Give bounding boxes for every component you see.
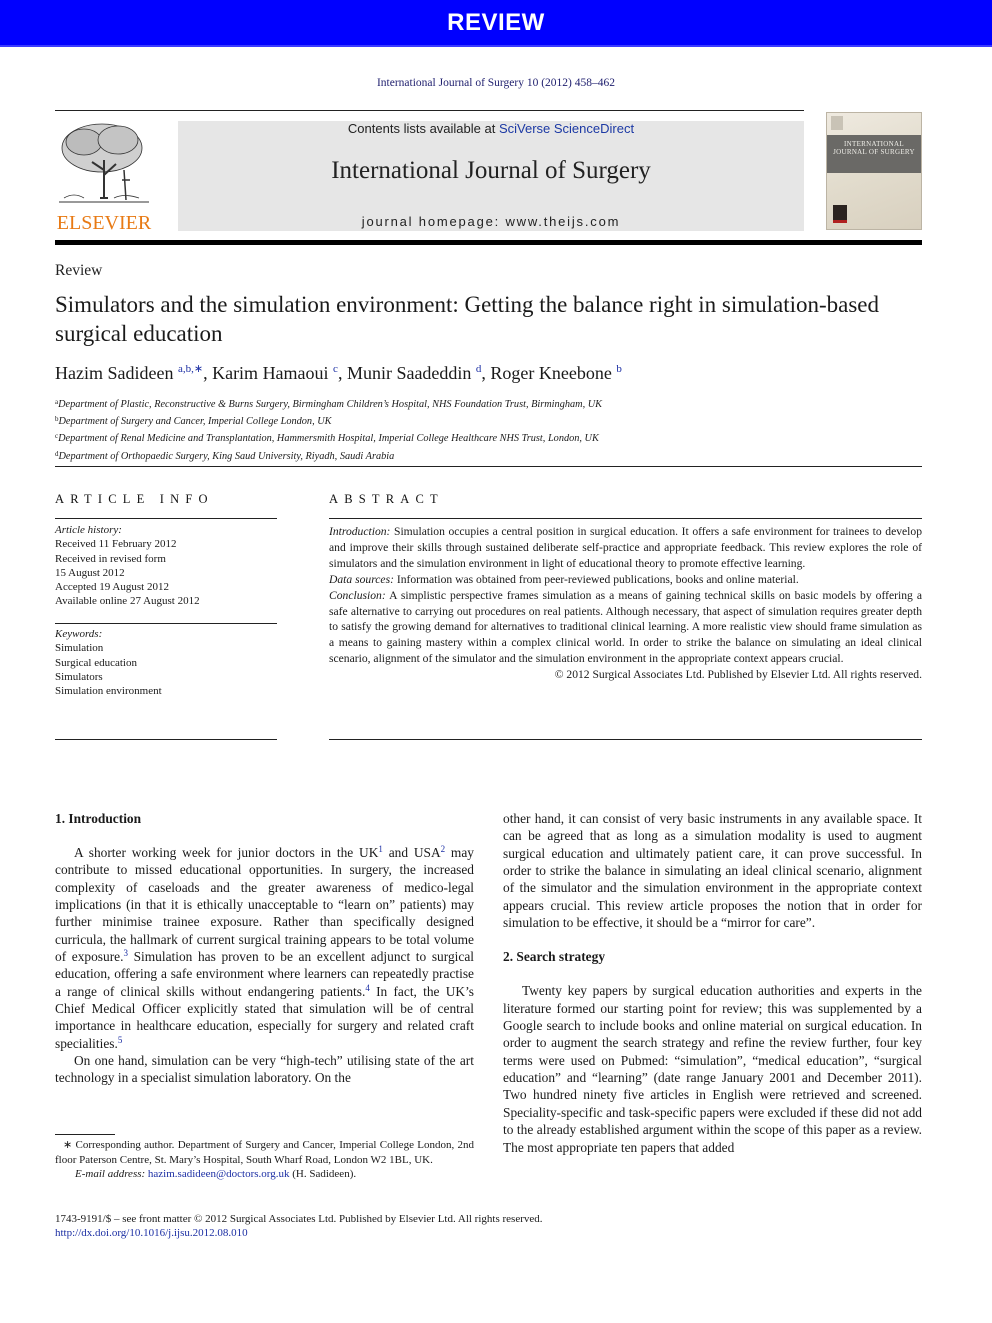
author-separator: , [203, 363, 213, 383]
author-separator: , [337, 363, 347, 383]
issn-line: 1743-9191/$ – see front matter © 2012 Su… [55, 1213, 543, 1225]
article-info-rule [55, 518, 277, 519]
body-column-right: other hand, it can consist of very basic… [503, 810, 922, 1156]
cover-crest-icon [833, 205, 847, 223]
elsevier-logo: ELSEVIER [52, 120, 156, 234]
abstract-copyright: © 2012 Surgical Associates Ltd. Publishe… [554, 668, 922, 682]
body-paragraph: Twenty key papers by surgical education … [503, 983, 922, 1155]
history-item: Accepted 19 August 2012 [55, 581, 169, 594]
abstract-bottom-rule [329, 739, 922, 740]
abstract-heading: ABSTRACT [329, 492, 444, 506]
masthead-divider [55, 240, 922, 245]
article-title: Simulators and the simulation environmen… [55, 292, 880, 346]
cover-title-band: INTERNATIONAL JOURNAL OF SURGERY [827, 135, 921, 173]
journal-title: International Journal of Surgery [331, 157, 651, 184]
abstract-label: Introduction: [329, 525, 391, 538]
affiliation-item: aDepartment of Plastic, Reconstructive &… [55, 395, 602, 412]
header-rule [55, 110, 804, 111]
abstract-rule [329, 518, 922, 519]
review-banner: REVIEW [0, 0, 992, 47]
keywords-rule [55, 623, 277, 624]
abstract-data-sources: Data sources: Information was obtained f… [329, 572, 922, 588]
affiliation-item: bDepartment of Surgery and Cancer, Imper… [55, 412, 602, 429]
article-info-bottom-rule [55, 739, 277, 740]
abstract-body: Introduction: Simulation occupies a cent… [329, 524, 922, 683]
abstract-label: Data sources: [329, 572, 394, 586]
footnote-text: ∗ Corresponding author. Department of Su… [55, 1139, 474, 1166]
cover-title: INTERNATIONAL JOURNAL OF SURGERY [833, 140, 915, 156]
body-paragraph: A shorter working week for junior doctor… [55, 844, 474, 1052]
affiliation-text: Department of Plastic, Reconstructive & … [58, 399, 603, 410]
history-item: 15 August 2012 [55, 566, 125, 579]
contents-line: Contents lists available at SciVerse Sci… [178, 121, 804, 136]
affiliation-divider [55, 466, 922, 467]
journal-cover-image: INTERNATIONAL JOURNAL OF SURGERY [826, 112, 922, 230]
author-name[interactable]: Munir Saadeddin [347, 363, 471, 383]
text-run: may contribute to missed educational opp… [55, 845, 474, 965]
affiliation-text: Department of Surgery and Cancer, Imperi… [58, 416, 332, 428]
history-label: Article history: [55, 524, 122, 536]
corresponding-author-footnote: ∗ Corresponding author. Department of Su… [55, 1138, 474, 1182]
body-column-left: 1. Introduction A shorter working week f… [55, 810, 474, 1087]
article-info-heading: ARTICLE INFO [55, 492, 214, 506]
publisher-logo-text: ELSEVIER [56, 212, 152, 234]
author-affil-marks[interactable]: b [616, 363, 622, 375]
author-name[interactable]: Hazim Sadideen [55, 363, 173, 383]
doi-link[interactable]: http://dx.doi.org/10.1016/j.ijsu.2012.08… [55, 1227, 248, 1239]
affiliation-text: Department of Orthopaedic Surgery, King … [58, 450, 395, 462]
body-paragraph: On one hand, simulation can be very “hig… [55, 1053, 474, 1086]
reference-link[interactable]: 5 [118, 1035, 123, 1045]
author-name[interactable]: Roger Kneebone [490, 363, 611, 383]
affiliation-text: Department of Renal Medicine and Transpl… [58, 433, 599, 445]
homepage-link[interactable]: www.theijs.com [505, 214, 620, 229]
abstract-text: Information was obtained from peer-revie… [393, 572, 799, 586]
front-matter: 1743-9191/$ – see front matter © 2012 Su… [55, 1212, 543, 1240]
sciencedirect-link[interactable]: SciVerse ScienceDirect [499, 121, 634, 136]
text-run: and USA [382, 845, 441, 860]
affiliation-list: aDepartment of Plastic, Reconstructive &… [55, 395, 602, 464]
keyword-item[interactable]: Simulators [55, 670, 162, 684]
review-banner-label: REVIEW [447, 8, 545, 36]
cover-barcode [831, 116, 843, 130]
body-paragraph: other hand, it can consist of very basic… [503, 811, 922, 931]
abstract-text: A simplistic perspective frames simulati… [329, 588, 922, 666]
abstract-label: Conclusion: [329, 588, 386, 602]
section-heading: 2. Search strategy [503, 949, 606, 965]
abstract-text: Simulation occupies a central position i… [329, 525, 922, 570]
journal-citation[interactable]: International Journal of Surgery 10 (201… [0, 77, 992, 89]
footnote-rule [55, 1134, 115, 1135]
keyword-item[interactable]: Surgical education [55, 656, 162, 670]
email-link[interactable]: hazim.sadideen@doctors.org.uk [148, 1168, 290, 1180]
journal-masthead: Contents lists available at SciVerse Sci… [178, 121, 804, 231]
keyword-item[interactable]: Simulation environment [55, 684, 162, 698]
keywords-label: Keywords: [55, 628, 103, 640]
journal-homepage: journal homepage: www.theijs.com [178, 214, 804, 229]
history-item: Received 11 February 2012 [55, 538, 177, 551]
keywords: Keywords: Simulation Surgical education … [55, 627, 162, 698]
email-label: E-mail address: [75, 1168, 146, 1180]
tree-icon [59, 123, 149, 203]
text-run: A shorter working week for junior doctor… [74, 845, 379, 860]
abstract-conclusion: Conclusion: A simplistic perspective fra… [329, 588, 922, 668]
contents-prefix: Contents lists available at [347, 121, 499, 136]
author-affil-marks[interactable]: a,b,∗ [178, 363, 203, 375]
homepage-prefix: journal homepage: [361, 214, 506, 229]
history-item: Available online 27 August 2012 [55, 595, 200, 608]
keyword-item[interactable]: Simulation [55, 641, 162, 655]
affiliation-item: dDepartment of Orthopaedic Surgery, King… [55, 447, 602, 464]
affiliation-item: cDepartment of Renal Medicine and Transp… [55, 429, 602, 446]
email-suffix: (H. Sadideen). [289, 1168, 357, 1180]
article-history: Article history: Received 11 February 20… [55, 523, 200, 609]
author-name[interactable]: Karim Hamaoui [212, 363, 328, 383]
history-item: Received in revised form [55, 552, 166, 565]
email-line: E-mail address: hazim.sadideen@doctors.o… [55, 1167, 474, 1182]
author-list: Hazim Sadideen a,b,∗, Karim Hamaoui c, M… [55, 362, 622, 384]
section-heading: 1. Introduction [55, 811, 142, 826]
article-type: Review [55, 262, 103, 279]
abstract-introduction: Introduction: Simulation occupies a cent… [329, 524, 922, 572]
